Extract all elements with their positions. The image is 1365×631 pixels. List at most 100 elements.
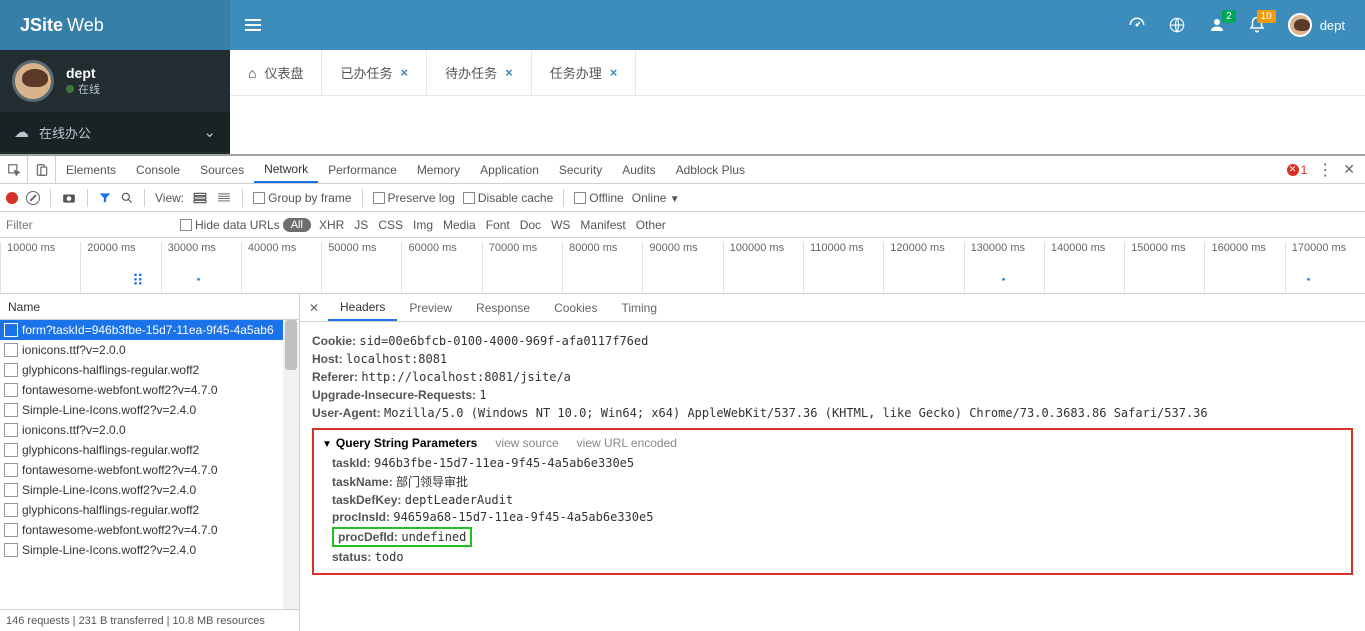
preserve-log-checkbox[interactable]: Preserve log [373,191,455,205]
request-row[interactable]: ionicons.ttf?v=2.0.0 [0,340,299,360]
close-icon[interactable]: × [610,65,618,80]
tab-任务办理[interactable]: 任务办理× [532,50,637,95]
detail-tab-cookies[interactable]: Cookies [542,294,609,321]
detail-tab-response[interactable]: Response [464,294,542,321]
devtools-tab-performance[interactable]: Performance [318,156,407,183]
globe-icon[interactable] [1168,16,1186,34]
hide-data-urls-checkbox[interactable]: Hide data URLs [180,218,280,232]
hamburger-button[interactable] [230,0,276,50]
detail-tab-timing[interactable]: Timing [609,294,669,321]
close-detail-icon[interactable]: ✕ [300,301,328,315]
filter-type-doc[interactable]: Doc [520,218,541,232]
request-row[interactable]: fontawesome-webfont.woff2?v=4.7.0 [0,520,299,540]
filter-type-css[interactable]: CSS [378,218,403,232]
group-by-frame-checkbox[interactable]: Group by frame [253,191,351,205]
request-row[interactable]: fontawesome-webfont.woff2?v=4.7.0 [0,380,299,400]
file-icon [4,463,18,477]
request-row[interactable]: Simple-Line-Icons.woff2?v=2.4.0 [0,480,299,500]
error-count[interactable]: ✕ 1 [1287,163,1308,177]
timeline-tick: 150000 ms [1124,242,1204,292]
network-body: Name form?taskId=946b3fbe-15d7-11ea-9f45… [0,294,1365,631]
query-param: procDefId: undefined [332,527,1343,547]
request-row[interactable]: Simple-Line-Icons.woff2?v=2.4.0 [0,400,299,420]
camera-icon[interactable] [61,191,77,205]
request-row[interactable]: glyphicons-halflings-regular.woff2 [0,440,299,460]
close-icon[interactable]: × [505,65,513,80]
devtools-tab-network[interactable]: Network [254,156,318,183]
sidebar-user-name: dept [66,65,100,81]
detail-tab-preview[interactable]: Preview [397,294,464,321]
devtools-close-icon[interactable]: ✕ [1343,161,1355,178]
filter-type-other[interactable]: Other [636,218,666,232]
network-timeline[interactable]: 10000 ms20000 ms30000 ms40000 ms50000 ms… [0,238,1365,294]
status-dot-icon [66,85,74,93]
device-toggle-icon[interactable] [28,156,56,183]
file-icon [4,363,18,377]
scrollbar[interactable] [283,320,299,609]
devtools-tab-memory[interactable]: Memory [407,156,470,183]
query-param: status: todo [332,550,1343,564]
devtools-tab-sources[interactable]: Sources [190,156,254,183]
offline-checkbox[interactable]: Offline [574,191,623,205]
devtools-tab-elements[interactable]: Elements [56,156,126,183]
query-param: taskDefKey: deptLeaderAudit [332,493,1343,507]
devtools-tab-application[interactable]: Application [470,156,549,183]
filter-type-xhr[interactable]: XHR [319,218,344,232]
header-line: Referer: http://localhost:8081/jsite/a [312,370,1353,384]
tab-待办任务[interactable]: 待办任务× [427,50,532,95]
request-row[interactable]: glyphicons-halflings-regular.woff2 [0,500,299,520]
record-icon[interactable] [6,192,18,204]
devtools-menu-icon[interactable]: ⋮ [1317,160,1333,180]
filter-type-ws[interactable]: WS [551,218,570,232]
search-icon[interactable] [120,191,134,205]
request-row[interactable]: Simple-Line-Icons.woff2?v=2.4.0 [0,540,299,560]
app-logo[interactable]: JSite Web [0,0,230,50]
devtools-tab-audits[interactable]: Audits [612,156,665,183]
collapse-icon[interactable]: ▼ [322,439,332,450]
filter-type-js[interactable]: JS [354,218,368,232]
request-row[interactable]: ionicons.ttf?v=2.0.0 [0,420,299,440]
devtools-tab-adblock plus[interactable]: Adblock Plus [666,156,755,183]
filter-type-all[interactable]: All [283,218,311,232]
file-icon [4,403,18,417]
filter-type-media[interactable]: Media [443,218,476,232]
inspect-element-icon[interactable] [0,156,28,183]
request-row[interactable]: fontawesome-webfont.woff2?v=4.7.0 [0,460,299,480]
dashboard-icon[interactable] [1128,16,1146,34]
sidebar-user[interactable]: dept 在线 [0,50,230,112]
user-menu[interactable]: dept [1288,13,1345,37]
request-row[interactable]: glyphicons-halflings-regular.woff2 [0,360,299,380]
filter-type-font[interactable]: Font [486,218,510,232]
view-small-icon[interactable] [216,191,232,205]
bars-icon [245,19,261,31]
timeline-tick: 10000 ms [0,242,80,292]
close-icon[interactable]: × [401,65,409,80]
filter-type-img[interactable]: Img [413,218,433,232]
view-url-encoded-link[interactable]: view URL encoded [577,436,677,450]
file-icon [4,423,18,437]
view-large-icon[interactable] [192,191,208,205]
online-select[interactable]: Online ▼ [632,191,680,205]
sidebar-item-online-office[interactable]: ☁ 在线办公 ⌄ [0,112,230,152]
error-icon: ✕ [1287,164,1299,176]
disable-cache-checkbox[interactable]: Disable cache [463,191,553,205]
request-row[interactable]: form?taskId=946b3fbe-15d7-11ea-9f45-4a5a… [0,320,299,340]
badge-notifications: 10 [1257,10,1276,23]
detail-tab-headers[interactable]: Headers [328,294,397,321]
badge-users: 2 [1222,10,1236,23]
timeline-tick: 70000 ms [482,242,562,292]
tab-已办任务[interactable]: 已办任务× [322,50,427,95]
request-list: Name form?taskId=946b3fbe-15d7-11ea-9f45… [0,294,300,631]
user-icon[interactable]: 2 [1208,16,1226,34]
filter-icon[interactable] [98,191,112,205]
filter-type-manifest[interactable]: Manifest [580,218,625,232]
query-string-section: ▼Query String Parameters view source vie… [312,428,1353,575]
clear-icon[interactable] [26,191,40,205]
view-source-link[interactable]: view source [495,436,558,450]
devtools-tab-security[interactable]: Security [549,156,612,183]
request-list-header[interactable]: Name [0,294,299,320]
bell-icon[interactable]: 10 [1248,16,1266,34]
tab-仪表盘[interactable]: ⌂仪表盘 [230,50,322,95]
filter-input[interactable] [0,215,180,235]
devtools-tab-console[interactable]: Console [126,156,190,183]
